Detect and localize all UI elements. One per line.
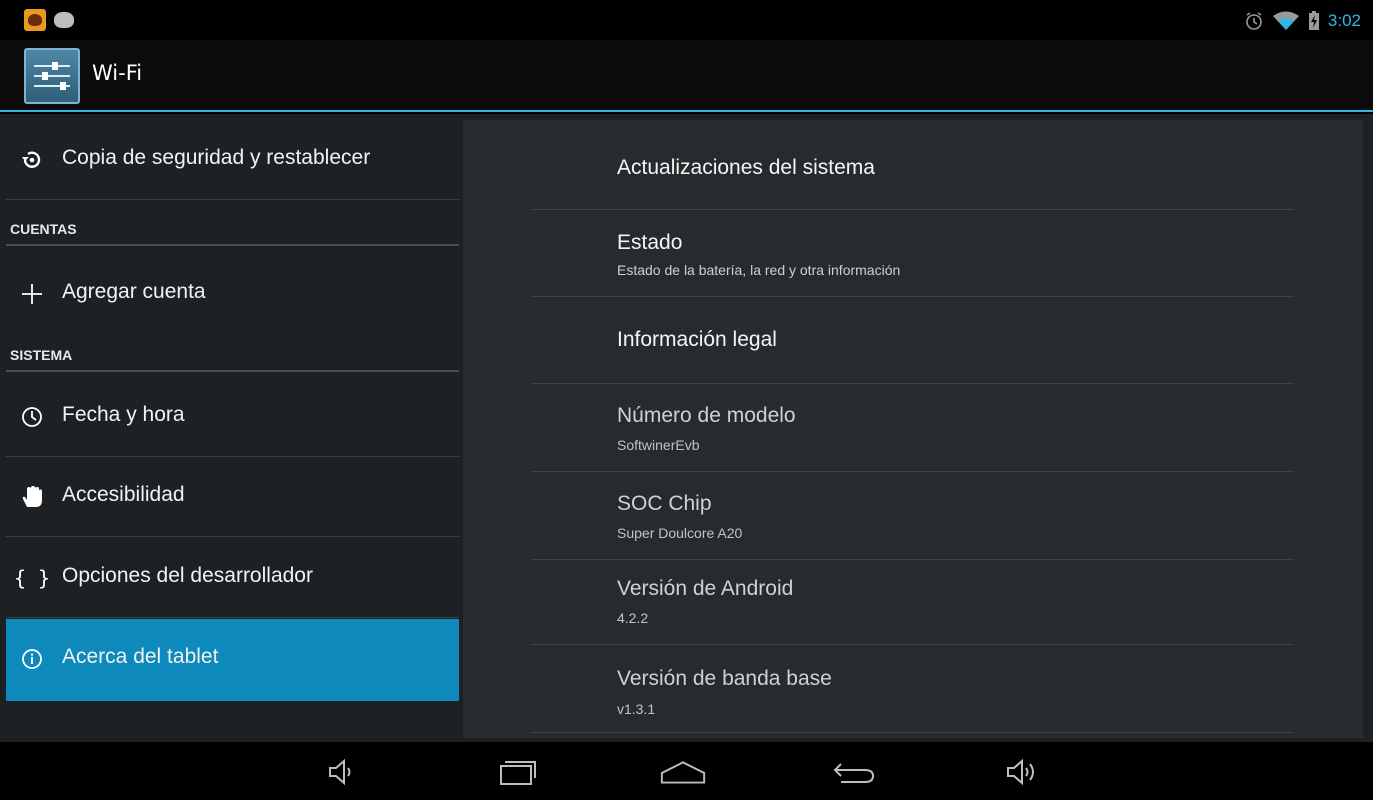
pref-title: Versión de Android <box>617 577 794 600</box>
action-bar-accent-line <box>0 110 1373 112</box>
clock: 3:02 <box>1327 11 1361 30</box>
wifi-icon <box>1272 11 1299 30</box>
pref-item-version-android[interactable]: Versión de Android 4.2.2 <box>531 560 1294 645</box>
alarm-icon <box>1246 12 1262 30</box>
section-header-cuentas: CUENTAS <box>6 212 459 246</box>
header-item-fecha-hora[interactable]: Fecha y hora <box>6 377 459 457</box>
clock-icon <box>20 405 44 429</box>
header-item-acerca-tablet[interactable]: Acerca del tablet <box>6 619 459 701</box>
header-item-accesibilidad[interactable]: Accesibilidad <box>6 457 459 537</box>
header-item-label: Fecha y hora <box>62 403 185 426</box>
recent-apps-button[interactable] <box>494 752 544 792</box>
info-icon <box>20 647 44 671</box>
header-item-opciones-desarrollador[interactable]: { } Opciones del desarrollador <box>6 538 459 618</box>
braces-icon: { } <box>13 566 51 590</box>
header-item-label: Agregar cuenta <box>62 280 206 303</box>
settings-content: Copia de seguridad y restablecer CUENTAS… <box>0 114 1373 742</box>
pref-item-estado[interactable]: Estado Estado de la batería, la red y ot… <box>531 210 1294 297</box>
pref-summary: 4.2.2 <box>617 610 649 626</box>
header-item-label: Copia de seguridad y restablecer <box>62 146 371 169</box>
pref-item-numero-modelo: Número de modelo SoftwinerEvb <box>531 384 1294 472</box>
section-header-label: SISTEMA <box>10 347 73 363</box>
pref-item-soc-chip: SOC Chip Super Doulcore A20 <box>531 472 1294 560</box>
pref-title: SOC Chip <box>617 492 712 515</box>
header-item-backup[interactable]: Copia de seguridad y restablecer <box>6 120 459 200</box>
back-icon <box>833 763 875 783</box>
status-bar: 3:02 <box>0 0 1373 40</box>
pref-title: Información legal <box>617 328 777 351</box>
header-item-label: Acerca del tablet <box>62 645 219 668</box>
plus-icon <box>20 282 44 306</box>
settings-sliders-icon[interactable] <box>24 48 80 104</box>
header-item-agregar-cuenta[interactable]: Agregar cuenta <box>6 254 459 334</box>
volume-down-icon <box>329 758 351 786</box>
status-icons: 3:02 <box>1244 10 1361 32</box>
pref-item-version-banda-base: Versión de banda base v1.3.1 <box>531 645 1294 733</box>
navigation-bar <box>0 742 1373 800</box>
section-header-label: CUENTAS <box>10 221 77 237</box>
section-header-sistema: SISTEMA <box>6 338 459 372</box>
volume-up-button[interactable] <box>999 752 1049 792</box>
header-item-label: Opciones del desarrollador <box>62 564 313 587</box>
volume-up-icon <box>1007 758 1034 786</box>
pref-summary: v1.3.1 <box>617 701 656 717</box>
back-button[interactable] <box>828 752 878 792</box>
android-notification-icon <box>54 12 74 28</box>
header-item-label: Accesibilidad <box>62 483 185 506</box>
home-button[interactable] <box>658 752 708 792</box>
pref-summary: Estado de la batería, la red y otra info… <box>617 262 901 278</box>
pref-item-informacion-legal[interactable]: Información legal <box>531 297 1294 384</box>
volume-down-button[interactable] <box>317 752 367 792</box>
pref-title: Estado <box>617 231 683 254</box>
settings-headers-list[interactable]: Copia de seguridad y restablecer CUENTAS… <box>6 120 459 736</box>
backup-restore-icon <box>20 148 44 172</box>
pref-title: Actualizaciones del sistema <box>617 156 875 179</box>
about-tablet-list[interactable]: Actualizaciones del sistema Estado Estad… <box>463 120 1363 738</box>
pref-title: Versión de banda base <box>617 667 832 690</box>
hand-icon <box>20 485 44 509</box>
notification-app-icon <box>24 9 46 31</box>
pref-item-actualizaciones[interactable]: Actualizaciones del sistema <box>531 120 1294 210</box>
recent-apps-icon <box>500 761 536 785</box>
pref-summary: Super Doulcore A20 <box>617 525 743 541</box>
pref-summary: SoftwinerEvb <box>617 437 700 453</box>
battery-charging-icon <box>1308 11 1319 30</box>
home-icon <box>660 761 706 784</box>
action-bar: Wi-Fi <box>0 40 1373 112</box>
page-title: Wi-Fi <box>92 61 143 85</box>
pref-title: Número de modelo <box>617 404 796 427</box>
